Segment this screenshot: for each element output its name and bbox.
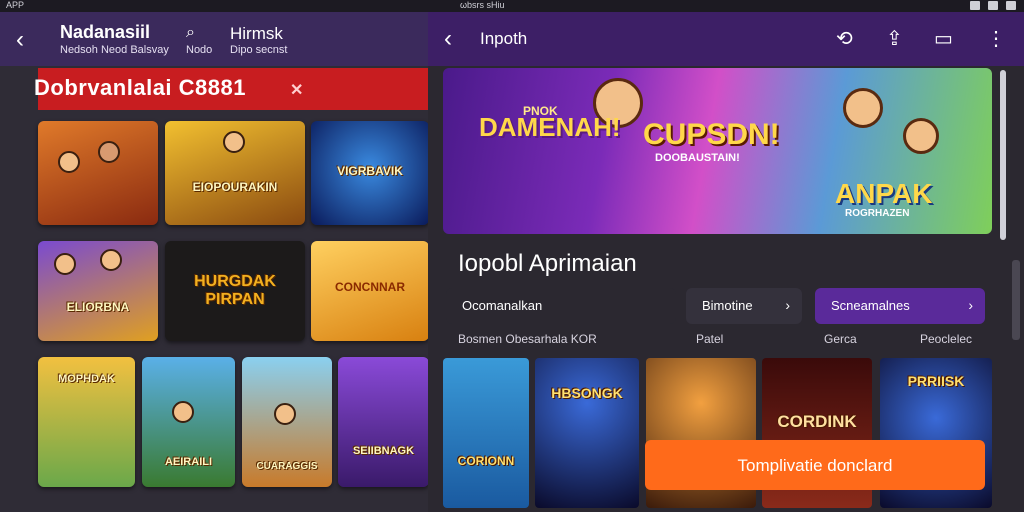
left-panel: ‹ Nadanasiil Nedsoh Neod Balsvay ⌕ Nodo … [0, 12, 428, 512]
list-header: Gerca [824, 332, 857, 346]
game-tile[interactable] [38, 121, 158, 225]
game-tile[interactable]: CONCNNAR [311, 241, 428, 341]
game-tile-title: VIGRBAVIK [337, 163, 403, 178]
back-arrow-icon[interactable]: ‹ [16, 26, 24, 54]
status-bar: APP ωbsrs sHiu [0, 0, 1024, 12]
download-button-label: Tomplivatie donclard [737, 456, 893, 475]
chevron-right-icon: › [968, 297, 973, 313]
game-tile-title: ELIORBNA [66, 300, 130, 314]
game-tile[interactable]: VIGRBAVIK [311, 121, 428, 225]
character-icon [843, 88, 883, 128]
promo-banner-text: Dobrvanlalai C8881 [34, 75, 246, 100]
back-arrow-icon[interactable]: ‹ [444, 25, 452, 53]
more-icon[interactable]: ⋮ [986, 26, 1006, 51]
game-card-title: HBSONGK [551, 385, 623, 401]
game-tile[interactable]: CUARAGGIS [242, 357, 332, 487]
hero-banner[interactable]: PNOK DAMENAH! CUPSDN! DOOBAUSTAIN! ANPAK… [443, 68, 992, 234]
left-header-tab-sub: Dipo secnst [230, 44, 288, 56]
filter-chip-selected[interactable]: Scneamalnes › [815, 288, 985, 324]
section-title: Iopobl Aprimaian [458, 250, 637, 277]
character-icon [223, 131, 245, 153]
character-icon [274, 403, 296, 425]
left-header-tab[interactable]: Hirmsk [230, 24, 283, 44]
left-header: ‹ Nadanasiil Nedsoh Neod Balsvay ⌕ Nodo … [0, 12, 428, 66]
game-tile-title: AEIRAILI [164, 455, 213, 468]
game-tile-title: MOPHDAK [58, 372, 115, 385]
game-tile[interactable]: AEIRAILI [142, 357, 235, 487]
game-card-title: CORIONN [457, 454, 515, 468]
character-icon [58, 151, 80, 173]
search-icon[interactable]: ⌕ [186, 24, 195, 42]
filter-chip-label: Scneamalnes [831, 298, 910, 313]
status-app-label: APP [6, 0, 25, 10]
share-icon[interactable]: ⇪ [886, 26, 903, 51]
cast-icon[interactable]: ▭ [934, 26, 953, 51]
list-header: Bosmen Obesarhala KOR [458, 332, 597, 346]
game-tile[interactable]: MOPHDAK [38, 357, 135, 487]
banner-text: ROGRHAZEN [845, 208, 910, 219]
filter-chip[interactable]: Ocomanalkan [446, 288, 676, 324]
game-card[interactable]: HBSONGK [535, 358, 639, 508]
game-tile-title: CONCNNAR [335, 280, 405, 294]
banner-text: DAMENAH! [479, 112, 621, 142]
filter-chip-label: Ocomanalkan [462, 298, 543, 313]
character-icon [98, 141, 120, 163]
right-panel: ‹ Inpoth ⟲ ⇪ ▭ ⋮ PNOK DAMENAH! CUPSDN! D… [428, 12, 1024, 512]
scrollbar-track[interactable] [1012, 260, 1020, 340]
game-tile-title: HURGDAK PIRPAN [194, 273, 276, 308]
game-card-title: CORDINK [777, 412, 857, 431]
game-tile[interactable]: HURGDAK PIRPAN [165, 241, 305, 341]
left-header-title: Nadanasiil [60, 22, 151, 42]
close-icon[interactable]: ✕ [290, 80, 304, 100]
banner-text: DOOBAUSTAIN! [655, 152, 740, 164]
game-tile[interactable]: EIOPOURAKIN [165, 121, 305, 225]
game-tile-title: SEIIBNAGK [352, 445, 415, 458]
filter-chip-label: Bimotine [702, 298, 753, 313]
right-header-title: Inpoth [480, 29, 528, 48]
left-header-subtitle: Nedsoh Neod Balsvay [60, 44, 169, 56]
character-icon [100, 249, 122, 271]
signal-icon [970, 1, 980, 10]
status-icons [970, 1, 1016, 10]
banner-text: CUPSDN! [643, 118, 780, 151]
promo-banner[interactable]: Dobrvanlalai C8881 ✕ [34, 68, 428, 110]
right-header: ‹ Inpoth ⟲ ⇪ ▭ ⋮ [428, 12, 1024, 66]
list-header: Peoclelec [920, 332, 973, 346]
list-header: Patel [696, 332, 724, 346]
refresh-icon[interactable]: ⟲ [836, 26, 853, 51]
wifi-icon [988, 1, 998, 10]
status-mid-label: ωbsrs sHiu [460, 0, 505, 10]
download-button[interactable]: Tomplivatie donclard [645, 440, 985, 490]
character-icon [903, 118, 939, 154]
search-label[interactable]: Nodo [186, 44, 212, 56]
chevron-right-icon: › [785, 297, 790, 313]
character-icon [172, 401, 194, 423]
game-card[interactable]: CORIONN [443, 358, 529, 508]
filter-chip[interactable]: Bimotine › [686, 288, 802, 324]
game-card-title: PRRIISK [907, 373, 965, 389]
game-tile-title: CUARAGGIS [256, 461, 318, 472]
character-icon [54, 253, 76, 275]
battery-icon [1006, 1, 1016, 10]
scrollbar[interactable] [1000, 70, 1006, 240]
game-tile[interactable]: SEIIBNAGK [338, 357, 428, 487]
game-tile-title: EIOPOURAKIN [192, 180, 278, 195]
game-tile[interactable]: ELIORBNA [38, 241, 158, 341]
banner-text: ANPAK [835, 178, 933, 209]
